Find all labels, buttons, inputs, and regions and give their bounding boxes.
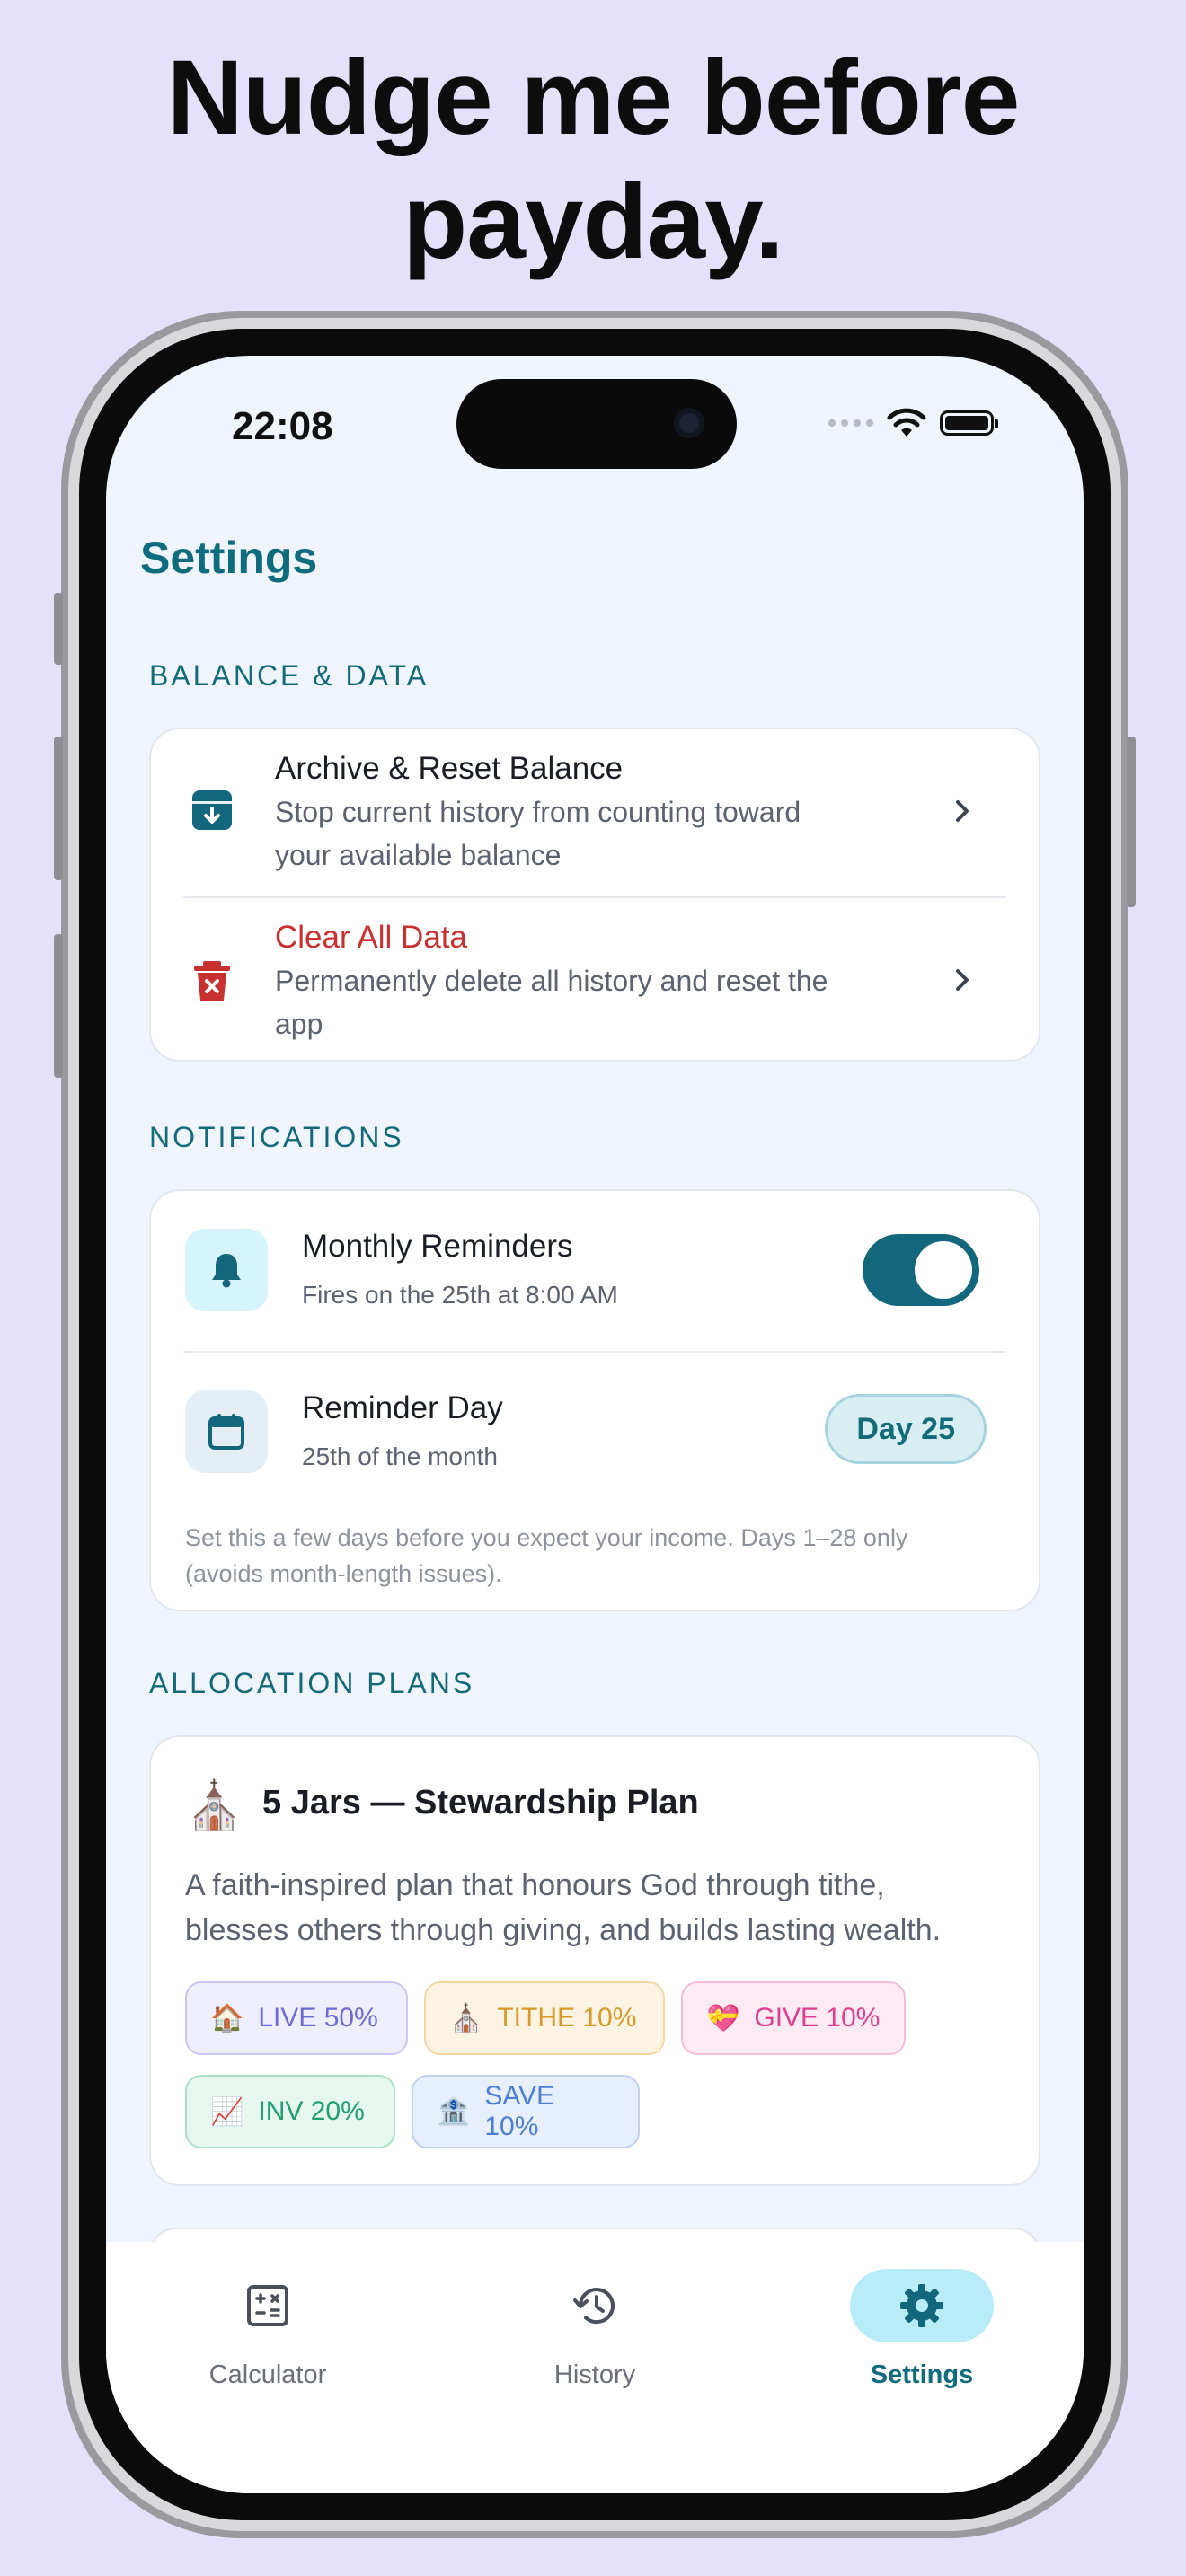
jar-chip-tithe: ⛪ TITHE 10% bbox=[424, 1981, 665, 2055]
balance-card: Archive & Reset Balance Stop current his… bbox=[149, 728, 1040, 1062]
signal-icon bbox=[828, 419, 873, 427]
jar-chip-live: 🏠 LIVE 50% bbox=[185, 1981, 408, 2055]
camera-icon bbox=[674, 408, 704, 438]
reminder-note-line-2: (avoids month-length issues). bbox=[185, 1560, 502, 1587]
tab-bar: Calculator History Settings bbox=[106, 2242, 1084, 2493]
headline-line-1: Nudge me before bbox=[166, 39, 1021, 157]
phone-screen: 22:08 Settings BALANCE & DATA Archive & … bbox=[106, 356, 1084, 2493]
tab-label: Calculator bbox=[208, 2360, 327, 2389]
toggle-knob bbox=[915, 1241, 972, 1299]
bank-icon: 🏦 bbox=[437, 2096, 471, 2127]
archive-reset-subtitle-1: Stop current history from counting towar… bbox=[275, 796, 801, 828]
history-icon bbox=[573, 2288, 615, 2325]
power-button bbox=[1127, 737, 1136, 907]
jar-chip-save: 🏦 SAVE 10% bbox=[412, 2075, 640, 2148]
reminder-day-picker[interactable]: Day 25 bbox=[825, 1394, 987, 1464]
church-icon: ⛪ bbox=[185, 1780, 243, 1832]
heart-gift-icon: 💝 bbox=[706, 2003, 740, 2033]
jar-chip-inv: 📈 INV 20% bbox=[185, 2075, 395, 2148]
chevron-right-icon bbox=[956, 969, 969, 991]
status-icons bbox=[828, 408, 998, 438]
reminder-day-title: Reminder Day bbox=[302, 1390, 503, 1425]
battery-icon bbox=[940, 410, 998, 436]
calendar-tile bbox=[185, 1390, 268, 1473]
trash-icon bbox=[194, 961, 230, 1001]
tab-label: History bbox=[553, 2360, 636, 2389]
monthly-reminders-toggle[interactable] bbox=[863, 1234, 979, 1306]
gear-icon bbox=[900, 2284, 943, 2327]
monthly-reminders-row: Monthly Reminders Fires on the 25th at 8… bbox=[151, 1191, 1039, 1351]
volume-up-button bbox=[54, 737, 63, 880]
section-title-allocation: ALLOCATION PLANS bbox=[149, 1667, 475, 1699]
clear-all-data-subtitle-1: Permanently delete all history and reset… bbox=[275, 965, 828, 997]
archive-icon bbox=[192, 790, 232, 830]
archive-reset-title: Archive & Reset Balance bbox=[275, 751, 624, 786]
calendar-icon bbox=[208, 1414, 244, 1450]
tab-icon-container bbox=[196, 2269, 340, 2342]
monthly-reminders-title: Monthly Reminders bbox=[302, 1229, 573, 1264]
tab-icon-container bbox=[523, 2269, 667, 2342]
clear-all-data-title: Clear All Data bbox=[275, 920, 467, 955]
calculator-icon bbox=[247, 2285, 288, 2326]
jar-label: LIVE 50% bbox=[258, 2003, 378, 2033]
bell-tile bbox=[185, 1229, 268, 1311]
plan-card-stewardship[interactable]: ⛪ 5 Jars — Stewardship Plan A faith-insp… bbox=[149, 1735, 1040, 2186]
archive-reset-subtitle-2: your available balance bbox=[275, 839, 562, 871]
plan-description-2: blesses others through giving, and build… bbox=[185, 1913, 942, 1947]
plan-title: 5 Jars — Stewardship Plan bbox=[262, 1784, 699, 1822]
status-time: 22:08 bbox=[232, 404, 333, 448]
plan-description-1: A faith-inspired plan that honours God t… bbox=[185, 1868, 885, 1902]
action-button bbox=[54, 593, 63, 665]
church-icon: ⛪ bbox=[449, 2003, 483, 2033]
volume-down-button bbox=[54, 934, 63, 1078]
clear-all-data-subtitle-2: app bbox=[275, 1008, 323, 1040]
notifications-card: Monthly Reminders Fires on the 25th at 8… bbox=[149, 1189, 1040, 1611]
house-icon: 🏠 bbox=[210, 2003, 244, 2033]
reminder-note-line-1: Set this a few days before you expect yo… bbox=[185, 1524, 908, 1551]
archive-reset-row[interactable]: Archive & Reset Balance Stop current his… bbox=[151, 729, 1039, 896]
jar-label: TITHE 10% bbox=[497, 2003, 637, 2033]
chart-up-icon: 📈 bbox=[210, 2096, 244, 2127]
monthly-reminders-subtitle: Fires on the 25th at 8:00 AM bbox=[302, 1281, 618, 1309]
wifi-icon bbox=[887, 408, 926, 437]
section-title-notifications: NOTIFICATIONS bbox=[149, 1121, 404, 1153]
tab-icon-container bbox=[850, 2269, 994, 2342]
jar-label: SAVE 10% bbox=[484, 2081, 555, 2141]
jar-label: GIVE 10% bbox=[754, 2003, 881, 2033]
reminder-day-subtitle: 25th of the month bbox=[302, 1442, 498, 1470]
bell-icon bbox=[212, 1254, 241, 1288]
reminder-day-row[interactable]: Reminder Day 25th of the month Day 25 bbox=[151, 1353, 1039, 1505]
dynamic-island bbox=[456, 379, 737, 469]
headline: Nudge me before payday. bbox=[0, 36, 1186, 284]
section-title-balance: BALANCE & DATA bbox=[149, 659, 429, 692]
clear-all-data-row[interactable]: Clear All Data Permanently delete all hi… bbox=[151, 898, 1039, 1063]
headline-line-2: payday. bbox=[403, 163, 784, 281]
jar-label: INV 20% bbox=[258, 2096, 365, 2126]
page-title: Settings bbox=[140, 533, 318, 583]
jar-chip-give: 💝 GIVE 10% bbox=[681, 1981, 906, 2055]
chevron-right-icon bbox=[956, 800, 969, 822]
tab-label: Settings bbox=[870, 2360, 974, 2389]
